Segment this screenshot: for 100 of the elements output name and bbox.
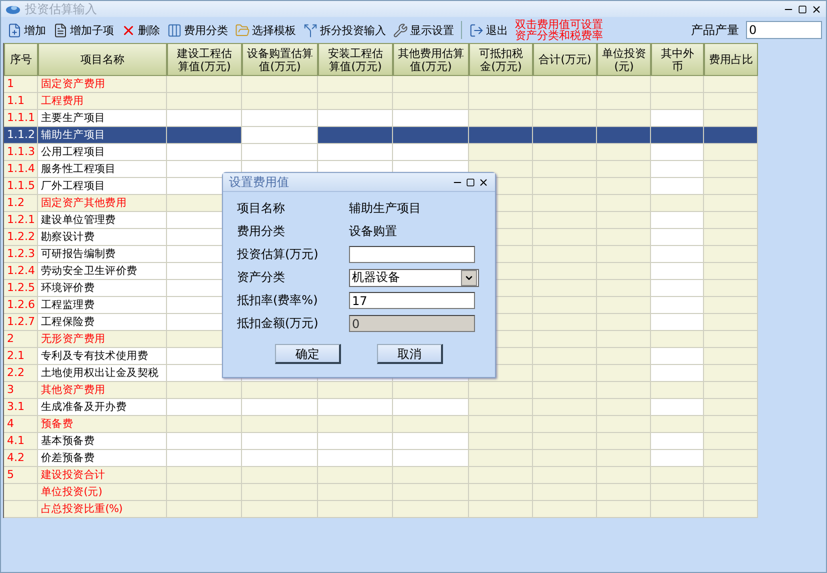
table-cell[interactable] [704,161,758,178]
item-name[interactable]: 工程监理费 [38,297,167,314]
table-cell[interactable] [533,450,597,467]
close-icon[interactable] [811,4,822,14]
row-number[interactable]: 1.1.5 [4,178,38,195]
table-cell[interactable] [651,263,704,280]
table-cell[interactable] [393,501,469,518]
table-cell[interactable] [704,76,758,93]
table-cell[interactable] [597,93,651,110]
table-cell[interactable] [393,110,469,127]
table-cell[interactable] [318,467,393,484]
item-name[interactable]: 工程保险费 [38,314,167,331]
item-name[interactable]: 土地使用权出让金及契税 [38,365,167,382]
table-cell[interactable] [597,178,651,195]
maximize-icon[interactable] [466,178,475,186]
table-cell[interactable] [469,450,533,467]
table-cell[interactable] [318,433,393,450]
item-name[interactable]: 基本预备费 [38,433,167,450]
column-header[interactable]: 其中外币 [651,43,704,76]
table-cell[interactable] [469,416,533,433]
table-cell[interactable] [651,416,704,433]
column-header[interactable]: 可抵扣税金(万元) [469,43,533,76]
input-field[interactable]: 0 [349,315,475,332]
table-cell[interactable] [533,110,597,127]
table-cell[interactable] [318,501,393,518]
table-cell[interactable] [393,450,469,467]
table-cell[interactable] [651,467,704,484]
table-cell[interactable] [533,246,597,263]
table-cell[interactable] [318,144,393,161]
table-cell[interactable] [318,127,393,144]
table-cell[interactable] [242,127,318,144]
table-cell[interactable] [469,467,533,484]
item-name[interactable]: 劳动安全卫生评价费 [38,263,167,280]
table-cell[interactable] [597,263,651,280]
item-name[interactable]: 主要生产项目 [38,110,167,127]
table-cell[interactable] [167,93,242,110]
item-name[interactable]: 环境评价费 [38,280,167,297]
table-cell[interactable] [167,484,242,501]
table-cell[interactable] [651,450,704,467]
table-cell[interactable] [318,399,393,416]
table-cell[interactable] [597,484,651,501]
table-cell[interactable] [533,331,597,348]
item-name[interactable]: 厂外工程项目 [38,178,167,195]
table-cell[interactable] [469,484,533,501]
table-cell[interactable] [597,144,651,161]
item-name[interactable]: 建设投资合计 [38,467,167,484]
table-cell[interactable] [704,229,758,246]
table-cell[interactable] [469,501,533,518]
table-cell[interactable] [597,246,651,263]
table-cell[interactable] [393,144,469,161]
row-number[interactable]: 1.2.6 [4,297,38,314]
table-cell[interactable] [533,212,597,229]
table-cell[interactable] [242,382,318,399]
column-header[interactable]: 项目名称 [38,43,167,76]
dialog-button[interactable]: 确定 [275,344,341,364]
table-cell[interactable] [597,195,651,212]
table-cell[interactable] [651,331,704,348]
table-cell[interactable] [469,382,533,399]
column-header[interactable]: 建设工程估算值(万元) [167,43,242,76]
table-cell[interactable] [597,76,651,93]
table-cell[interactable] [597,382,651,399]
table-cell[interactable] [533,127,597,144]
output-field[interactable]: 0 [746,21,822,39]
table-cell[interactable] [704,484,758,501]
item-name[interactable]: 专利及专有技术使用费 [38,348,167,365]
row-number[interactable]: 1.1.4 [4,161,38,178]
table-cell[interactable] [704,280,758,297]
item-name[interactable]: 固定资产其他费用 [38,195,167,212]
item-name[interactable]: 占总投资比重(%) [38,501,167,518]
table-cell[interactable] [318,382,393,399]
row-number[interactable]: 2.2 [4,365,38,382]
item-name[interactable]: 无形资产费用 [38,331,167,348]
table-cell[interactable] [242,501,318,518]
toolbar-button[interactable]: 退出 [467,19,510,41]
table-cell[interactable] [242,76,318,93]
table-cell[interactable] [533,501,597,518]
table-cell[interactable] [469,127,533,144]
table-cell[interactable] [704,501,758,518]
toolbar-button[interactable]: 显示设置 [391,19,456,41]
row-number[interactable]: 1.2 [4,195,38,212]
toolbar-button[interactable]: 增加 [5,19,48,41]
table-cell[interactable] [242,467,318,484]
table-cell[interactable] [167,161,242,178]
close-icon[interactable] [478,176,489,188]
table-cell[interactable] [533,280,597,297]
row-number[interactable]: 1.2.7 [4,314,38,331]
column-header[interactable]: 费用占比 [704,43,758,76]
dropdown[interactable]: 机器设备 [349,268,479,286]
table-cell[interactable] [597,450,651,467]
table-cell[interactable] [533,399,597,416]
table-cell[interactable] [533,161,597,178]
table-cell[interactable] [651,144,704,161]
table-cell[interactable] [651,433,704,450]
item-name[interactable]: 生成准备及开办费 [38,399,167,416]
table-cell[interactable] [597,110,651,127]
table-cell[interactable] [651,127,704,144]
column-header[interactable]: 设备购置估算值(万元) [242,43,318,76]
table-cell[interactable] [704,382,758,399]
table-cell[interactable] [393,127,469,144]
table-cell[interactable] [597,229,651,246]
